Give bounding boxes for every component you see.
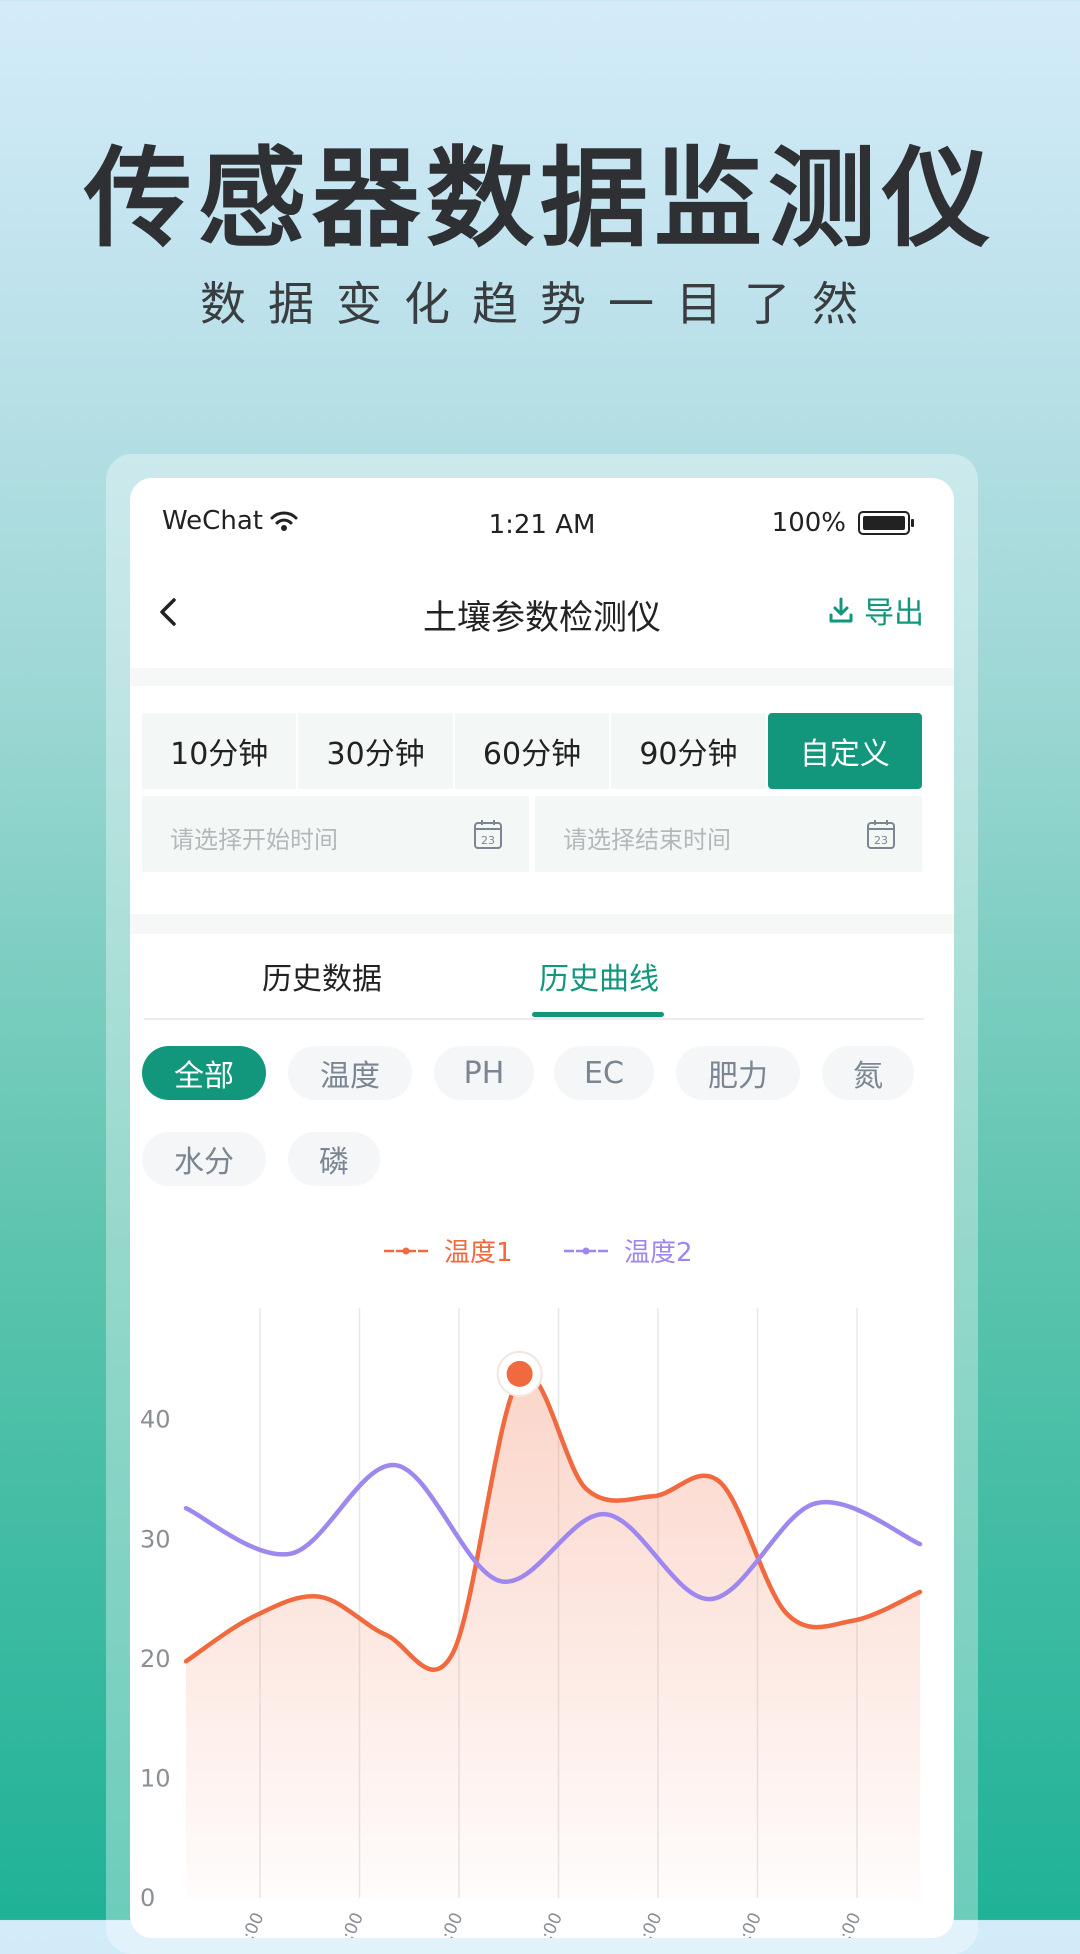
- svg-text:23: 23: [481, 834, 495, 847]
- filter-chip-phosphorus[interactable]: 磷: [288, 1132, 380, 1186]
- temperature-line-chart: 12:00:00 12:00:00 12:00:00 12:00:00 12:00:00…: [140, 1308, 923, 1938]
- time-range-tabs: 10分钟 30分钟 60分钟 90分钟 自定义: [142, 713, 923, 789]
- x-tick-label: 12:00:00: [517, 1910, 567, 1938]
- y-tick-label: 20: [140, 1645, 171, 1673]
- section-divider: [130, 914, 954, 934]
- filter-chip-ec[interactable]: EC: [554, 1046, 654, 1100]
- download-icon: [829, 597, 853, 623]
- x-tick-label: 12:00:00: [218, 1910, 268, 1938]
- x-tick-label: 12:00:00: [815, 1910, 865, 1938]
- y-tick-label: 10: [140, 1764, 171, 1792]
- filter-chip-fertility[interactable]: 肥力: [676, 1046, 800, 1100]
- series-area-1: [186, 1373, 920, 1898]
- view-tabs: 历史数据 历史曲线: [144, 948, 924, 1020]
- calendar-icon: 23: [474, 820, 502, 849]
- time-tab-custom[interactable]: 自定义: [767, 713, 923, 789]
- tab-history-data[interactable]: 历史数据: [262, 954, 382, 998]
- legend-item-series1[interactable]: 温度1: [382, 1232, 513, 1269]
- x-tick-label: 12:00:00: [616, 1910, 666, 1938]
- legend-line-marker: [384, 1245, 428, 1256]
- start-time-placeholder: 请选择开始时间: [170, 826, 338, 854]
- battery-percent: 100%: [771, 508, 846, 538]
- legend-item-series2[interactable]: 温度2: [562, 1232, 693, 1269]
- export-button[interactable]: 导出: [826, 588, 924, 632]
- export-label: 导出: [864, 596, 924, 631]
- y-tick-label: 40: [140, 1406, 171, 1434]
- filter-chip-nitrogen[interactable]: 氮: [822, 1046, 914, 1100]
- x-tick-label: 12:00:00: [716, 1910, 766, 1938]
- app-screen: WeChat 1:21 AM 100% 土壤参数检测仪 导出 10分钟 30分钟…: [130, 478, 954, 1938]
- hero-subtitle: 数据变化趋势一目了然: [200, 277, 880, 331]
- legend-label-series1: 温度1: [444, 1238, 513, 1268]
- x-tick-label: 12:00:00: [318, 1910, 368, 1938]
- filter-chip-ph[interactable]: PH: [434, 1046, 534, 1100]
- y-tick-label: 0: [140, 1884, 155, 1912]
- time-tab-10min[interactable]: 10分钟: [142, 713, 297, 789]
- legend-label-series2: 温度2: [624, 1238, 693, 1268]
- nav-bar: 土壤参数检测仪 导出: [130, 578, 954, 652]
- tab-history-curve[interactable]: 历史曲线: [539, 954, 659, 998]
- chart-legend: 温度1 温度2: [130, 1232, 954, 1272]
- legend-line-marker: [564, 1245, 608, 1256]
- battery-icon: [858, 511, 914, 535]
- start-time-field[interactable]: 请选择开始时间 23: [142, 796, 529, 872]
- section-divider: [130, 668, 954, 686]
- end-time-field[interactable]: 请选择结束时间 23: [535, 796, 922, 872]
- filter-chip-moisture[interactable]: 水分: [142, 1132, 266, 1186]
- filter-chip-temperature[interactable]: 温度: [288, 1046, 412, 1100]
- end-time-placeholder: 请选择结束时间: [563, 826, 731, 854]
- status-bar: WeChat 1:21 AM 100%: [130, 506, 954, 556]
- date-range: 请选择开始时间 23 请选择结束时间 23: [142, 796, 922, 872]
- time-tab-90min[interactable]: 90分钟: [611, 713, 766, 789]
- y-tick-label: 30: [140, 1525, 171, 1553]
- x-tick-label: 12:00:00: [417, 1910, 467, 1938]
- filter-chip-all[interactable]: 全部: [142, 1046, 266, 1100]
- hero-title: 传感器数据监测仪: [83, 137, 996, 262]
- highlight-marker-point: [506, 1360, 533, 1387]
- active-tab-indicator: [532, 1012, 664, 1017]
- calendar-icon: 23: [867, 820, 895, 849]
- time-tab-60min[interactable]: 60分钟: [454, 713, 610, 789]
- time-tab-30min[interactable]: 30分钟: [298, 713, 453, 789]
- svg-text:23: 23: [874, 834, 888, 847]
